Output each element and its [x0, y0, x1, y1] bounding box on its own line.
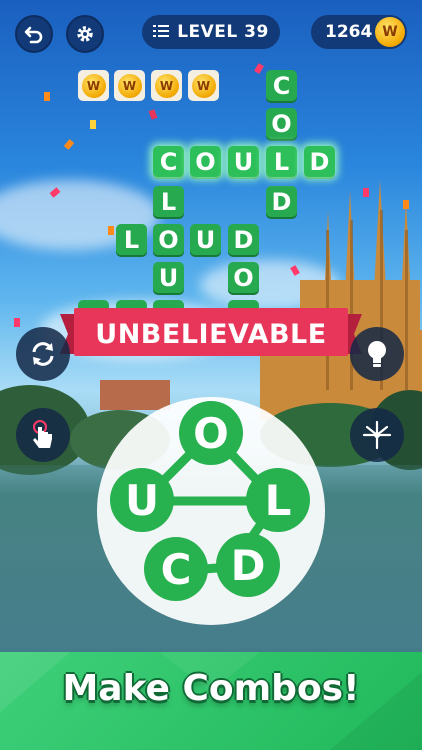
- coin-counter[interactable]: 1264 W: [311, 15, 407, 49]
- letter-tile: D: [266, 186, 297, 217]
- level-indicator[interactable]: LEVEL 39: [142, 15, 280, 49]
- letter-tile: O: [190, 146, 221, 177]
- praise-text: UNBELIEVABLE: [95, 318, 327, 350]
- undo-icon: [24, 26, 43, 44]
- finger-hint-button[interactable]: [16, 408, 70, 462]
- promo-footer: Make Combos!: [0, 652, 422, 750]
- confetti: [148, 109, 158, 120]
- wheel-letter-o[interactable]: O: [179, 401, 243, 465]
- shuffle-button[interactable]: [16, 327, 70, 381]
- game-background: [0, 0, 422, 750]
- letter-tile: L: [153, 186, 184, 217]
- confetti: [63, 139, 75, 150]
- confetti: [254, 63, 264, 74]
- confetti: [14, 318, 20, 327]
- lightbulb-icon: [368, 341, 386, 367]
- bonus-coin-tile: W: [114, 70, 145, 101]
- shuffle-icon: [32, 342, 54, 366]
- firework-icon: [362, 420, 392, 450]
- bonus-coin-tile: W: [188, 70, 219, 101]
- wheel-letter-l[interactable]: L: [246, 468, 310, 532]
- coin-count: 1264: [325, 22, 373, 42]
- back-button[interactable]: [15, 15, 53, 53]
- letter-tile: L: [266, 146, 297, 177]
- letter-tile: O: [153, 224, 184, 255]
- confetti: [44, 92, 50, 101]
- coin-icon: W: [154, 73, 179, 98]
- wheel-letter-c[interactable]: C: [144, 537, 208, 601]
- confetti: [108, 226, 114, 235]
- coin-icon: W: [117, 73, 142, 98]
- coin-icon: W: [191, 73, 216, 98]
- settings-button[interactable]: [66, 15, 104, 53]
- wheel-letter-u[interactable]: U: [110, 468, 174, 532]
- firework-button[interactable]: [350, 408, 404, 462]
- confetti: [363, 188, 369, 197]
- footer-title: Make Combos!: [62, 668, 360, 709]
- coin-icon: W: [81, 73, 106, 98]
- confetti: [403, 200, 409, 209]
- gear-icon: [77, 26, 93, 42]
- letter-tile: O: [228, 262, 259, 293]
- letter-tile: U: [153, 262, 184, 293]
- letter-tile: C: [266, 70, 297, 101]
- letter-tile: D: [304, 146, 335, 177]
- wheel-letter-d[interactable]: D: [216, 533, 280, 597]
- hint-button[interactable]: [350, 327, 404, 381]
- letter-tile: U: [190, 224, 221, 255]
- letter-tile: C: [153, 146, 184, 177]
- level-label: LEVEL 39: [177, 22, 269, 42]
- confetti: [90, 120, 96, 129]
- finger-tap-icon: [33, 420, 52, 448]
- letter-tile: D: [228, 224, 259, 255]
- letter-tile: L: [116, 224, 147, 255]
- letter-tile: O: [266, 108, 297, 139]
- bonus-coin-tile: W: [151, 70, 182, 101]
- bonus-coin-tile: W: [78, 70, 109, 101]
- coin-icon: W: [375, 17, 405, 47]
- list-icon: [153, 23, 170, 42]
- letter-tile: U: [228, 146, 259, 177]
